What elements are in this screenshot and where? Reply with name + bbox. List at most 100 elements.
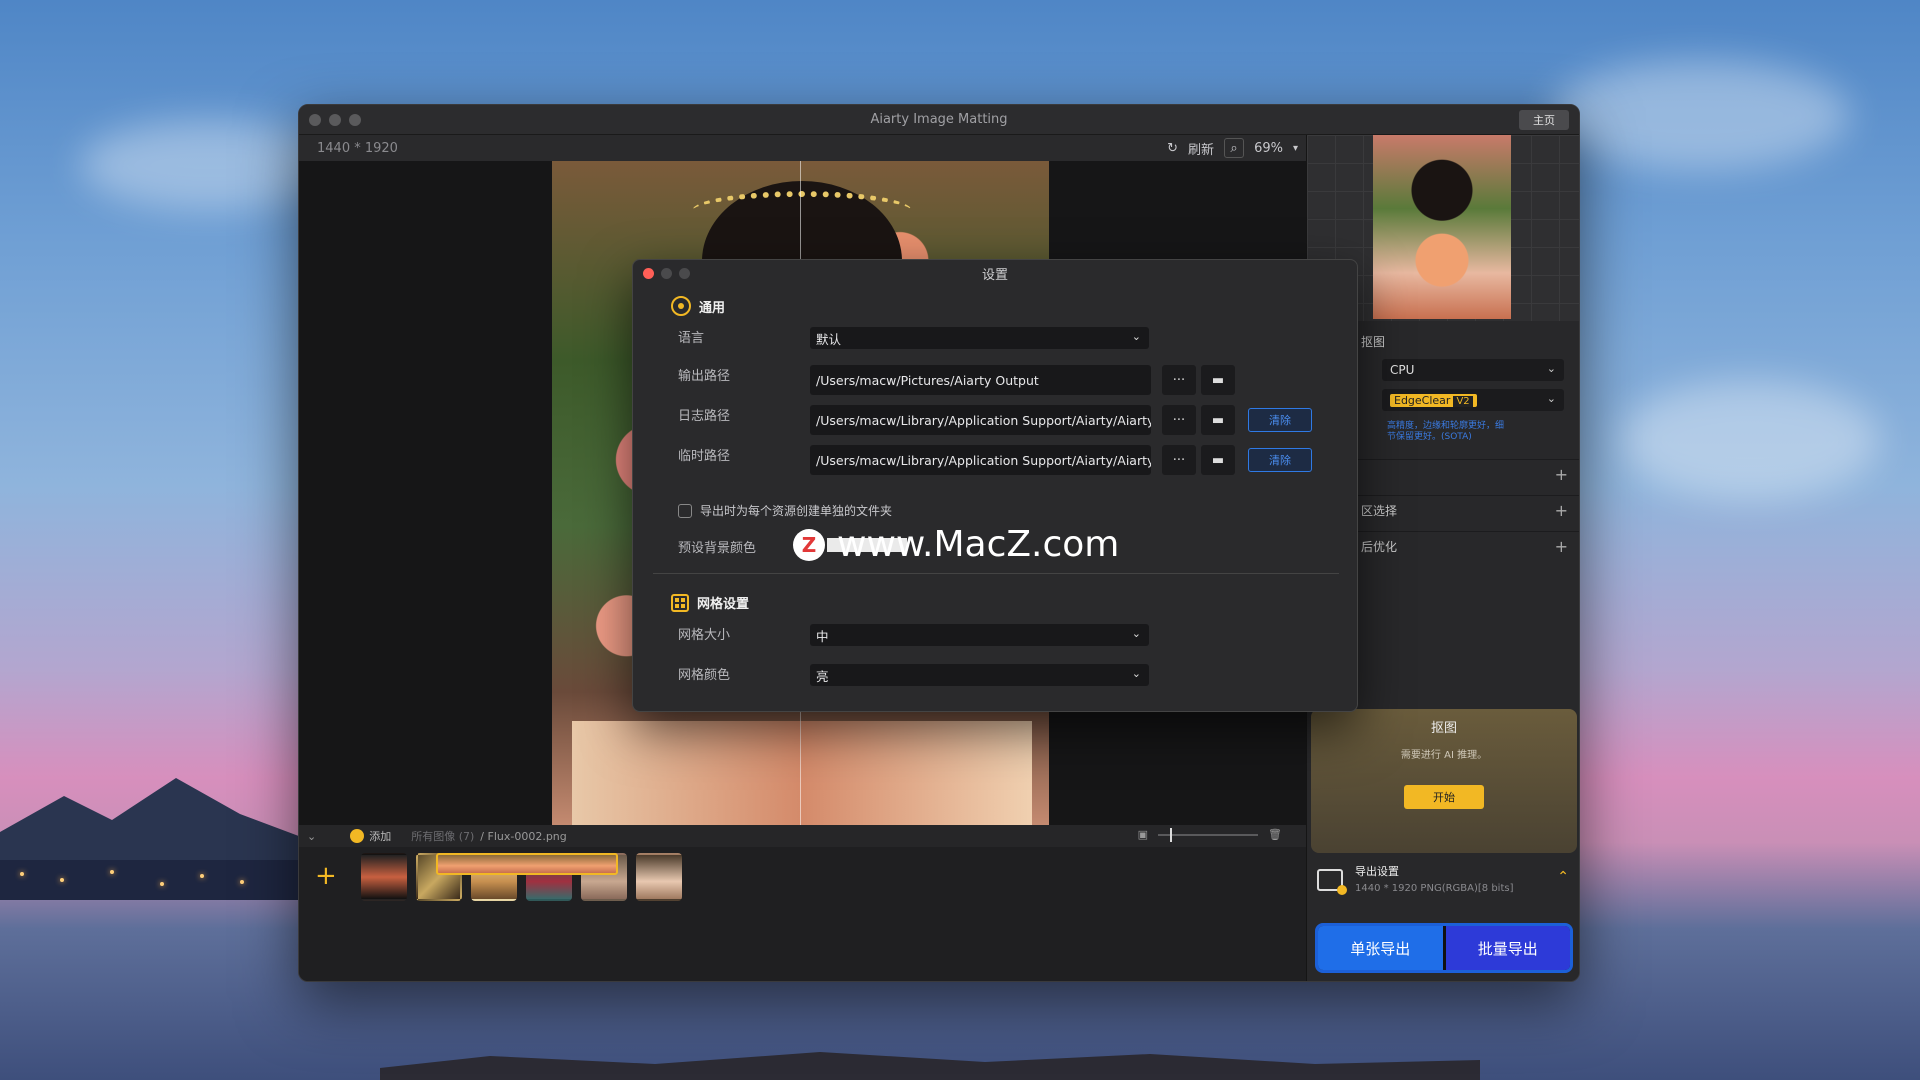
bg-color-swatch[interactable] bbox=[827, 537, 907, 552]
device-value: CPU bbox=[1390, 363, 1415, 377]
chevron-down-icon: ⌄ bbox=[1131, 667, 1141, 680]
rocks bbox=[380, 1052, 1480, 1080]
matting-card: 抠图 需要进行 AI 推理。 开始 bbox=[1311, 709, 1577, 853]
add-icon[interactable] bbox=[350, 829, 365, 843]
model-name: EdgeClear bbox=[1394, 393, 1451, 407]
matting-card-title: 抠图 bbox=[1430, 721, 1457, 736]
zoom-level[interactable]: 69% bbox=[1254, 141, 1283, 156]
image-subject-crown bbox=[692, 191, 912, 231]
title-bar: Aiarty Image Matting 主页 bbox=[299, 105, 1579, 135]
temp-browse-button[interactable]: ··· bbox=[1162, 445, 1196, 475]
image-dimensions: 1440 * 1920 bbox=[317, 140, 398, 156]
grid-size-select[interactable]: 中 ⌄ bbox=[810, 624, 1149, 646]
temp-folder-icon[interactable]: ▬ bbox=[1201, 445, 1235, 475]
batch-export-button[interactable]: 批量导出 bbox=[1442, 926, 1570, 970]
cloud bbox=[1620, 380, 1880, 500]
gear-icon bbox=[671, 296, 691, 316]
plus-icon[interactable]: + bbox=[1555, 537, 1568, 556]
bg-color-label: 预设背景颜色 bbox=[678, 541, 757, 556]
export-buttons: 单张导出 批量导出 bbox=[1315, 923, 1573, 973]
matting-section-label: 抠图 bbox=[1361, 335, 1386, 349]
general-section-header: 通用 bbox=[671, 296, 725, 316]
image-subject-body bbox=[572, 721, 1032, 825]
window-title: Aiarty Image Matting bbox=[870, 112, 1008, 127]
trash-icon[interactable]: 🗑 bbox=[1268, 828, 1282, 841]
model-version: V2 bbox=[1453, 395, 1473, 407]
plus-icon[interactable]: + bbox=[1555, 465, 1568, 484]
settings-dialog: 设置 通用 语言 默认 ⌄ 输出路径 /Users/macw/Pictures/… bbox=[632, 259, 1358, 712]
start-button[interactable]: 开始 bbox=[1404, 785, 1484, 809]
general-heading: 通用 bbox=[699, 300, 726, 316]
output-browse-button[interactable]: ··· bbox=[1162, 365, 1196, 395]
model-tag: EdgeClear V2 bbox=[1390, 393, 1477, 407]
output-path-label: 输出路径 bbox=[678, 369, 731, 384]
city-lights bbox=[0, 860, 320, 900]
filmstrip-bar: ⌄ 添加 所有图像 (7) / Flux-0002.png ▣ 🗑 bbox=[299, 825, 1306, 847]
row-label: 区选择 bbox=[1361, 504, 1398, 518]
log-path-label: 日志路径 bbox=[678, 409, 731, 424]
grid-size-label: 网格大小 bbox=[678, 628, 731, 643]
language-value: 默认 bbox=[816, 331, 842, 347]
breadcrumb-file: / Flux-0002.png bbox=[480, 829, 567, 843]
breadcrumb-all[interactable]: 所有图像 (7) bbox=[411, 828, 474, 844]
checkbox-box[interactable] bbox=[678, 503, 692, 518]
preview-image bbox=[1373, 135, 1511, 319]
language-label: 语言 bbox=[678, 331, 705, 346]
checkbox-label: 导出时为每个资源创建单独的文件夹 bbox=[700, 504, 893, 518]
refresh-icon[interactable]: ↻ bbox=[1167, 141, 1178, 156]
thumbnail[interactable] bbox=[361, 853, 407, 901]
separate-folder-checkbox[interactable]: 导出时为每个资源创建单独的文件夹 bbox=[678, 502, 892, 519]
dialog-title-bar: 设置 bbox=[633, 260, 1357, 286]
temp-path-field[interactable]: /Users/macw/Library/Application Support/… bbox=[810, 445, 1151, 475]
thumbnail-size-slider[interactable] bbox=[1158, 827, 1259, 842]
model-select[interactable]: EdgeClear V2 ⌄ bbox=[1382, 389, 1564, 411]
refresh-button[interactable]: 刷新 bbox=[1188, 139, 1214, 158]
thumbnail-selected[interactable] bbox=[436, 853, 618, 875]
watermark-logo: Z bbox=[793, 528, 825, 561]
thumbnail[interactable] bbox=[636, 853, 682, 901]
chevron-down-icon: ⌄ bbox=[1546, 392, 1556, 405]
zoom-icon[interactable]: ⌕ bbox=[1224, 138, 1245, 158]
image-toolbar: 1440 * 1920 ↻ 刷新 ⌕ 69% ▾ bbox=[299, 135, 1306, 161]
matting-card-desc: 需要进行 AI 推理。 bbox=[1400, 750, 1488, 761]
grid-color-label: 网格颜色 bbox=[678, 668, 731, 683]
add-image-icon[interactable]: + bbox=[315, 861, 337, 891]
chevron-down-icon: ⌄ bbox=[1131, 330, 1141, 343]
grid-size-value: 中 bbox=[816, 628, 829, 644]
image-size-icon: ▣ bbox=[1137, 828, 1149, 841]
section-divider bbox=[653, 573, 1339, 574]
plus-icon[interactable]: + bbox=[1555, 501, 1568, 520]
grid-section-header: 网格设置 bbox=[671, 593, 749, 612]
single-export-button[interactable]: 单张导出 bbox=[1318, 926, 1443, 970]
grid-icon bbox=[671, 593, 689, 612]
dialog-title: 设置 bbox=[981, 267, 1008, 283]
cloud bbox=[1550, 60, 1850, 170]
grid-color-select[interactable]: 亮 ⌄ bbox=[810, 664, 1149, 686]
home-button[interactable]: 主页 bbox=[1519, 110, 1569, 130]
export-settings-icon bbox=[1317, 869, 1347, 895]
row-label: 后优化 bbox=[1361, 540, 1398, 554]
log-folder-icon[interactable]: ▬ bbox=[1201, 405, 1235, 435]
grid-color-value: 亮 bbox=[816, 668, 829, 684]
log-browse-button[interactable]: ··· bbox=[1162, 405, 1196, 435]
temp-path-label: 临时路径 bbox=[678, 449, 731, 464]
export-settings-desc: 1440 * 1920 PNG(RGBA)[8 bits] bbox=[1355, 883, 1514, 894]
temp-clear-button[interactable]: 清除 bbox=[1248, 448, 1312, 472]
grid-heading: 网格设置 bbox=[697, 597, 750, 612]
collapse-icon[interactable]: ⌄ bbox=[307, 830, 316, 843]
output-path-field[interactable]: /Users/macw/Pictures/Aiarty Output bbox=[810, 365, 1151, 395]
chevron-down-icon: ⌄ bbox=[1546, 362, 1556, 375]
chevron-up-icon[interactable]: ⌃ bbox=[1557, 869, 1569, 885]
export-settings-title: 导出设置 bbox=[1355, 865, 1399, 878]
model-hint: 高精度，边缘和轮廓更好，细节保留更好。(SOTA) bbox=[1387, 421, 1505, 442]
device-select[interactable]: CPU ⌄ bbox=[1382, 359, 1564, 381]
export-settings[interactable]: 导出设置 1440 * 1920 PNG(RGBA)[8 bits] ⌃ bbox=[1317, 863, 1575, 899]
add-button[interactable]: 添加 bbox=[369, 828, 391, 844]
chevron-down-icon: ⌄ bbox=[1131, 627, 1141, 640]
log-clear-button[interactable]: 清除 bbox=[1248, 408, 1312, 432]
language-select[interactable]: 默认 ⌄ bbox=[810, 327, 1149, 349]
output-folder-icon[interactable]: ▬ bbox=[1201, 365, 1235, 395]
log-path-field[interactable]: /Users/macw/Library/Application Support/… bbox=[810, 405, 1151, 435]
watermark: Z www.MacZ.com bbox=[793, 524, 1119, 565]
chevron-down-icon[interactable]: ▾ bbox=[1293, 143, 1298, 154]
